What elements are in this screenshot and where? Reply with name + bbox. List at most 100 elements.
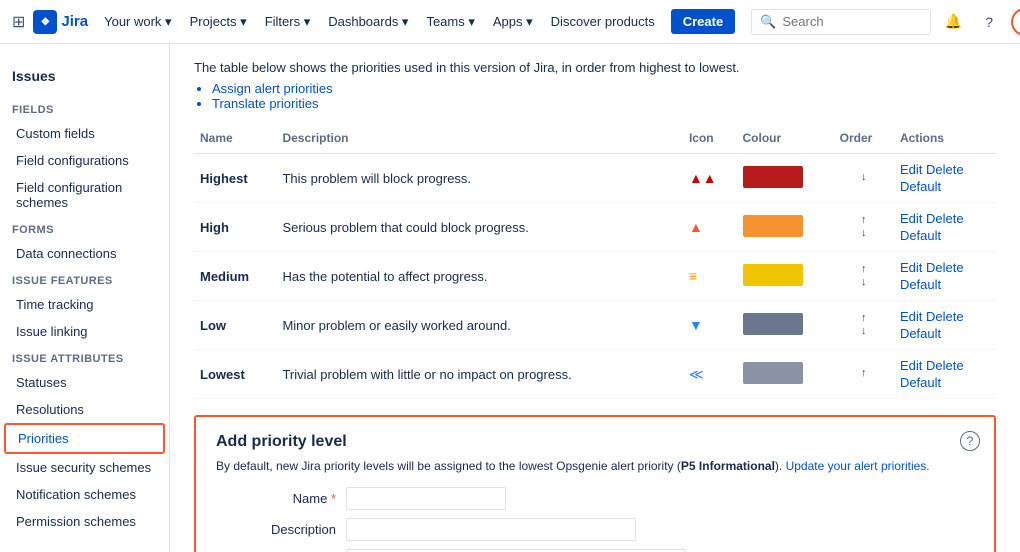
sidebar-section-issue-attributes: ISSUE ATTRIBUTES: [0, 345, 169, 369]
default-link[interactable]: Default: [900, 326, 941, 341]
page-layout: Issues FIELDS Custom fields Field config…: [0, 44, 1020, 552]
priority-actions: Edit Delete Default: [894, 203, 996, 252]
priority-icon: ≪: [683, 350, 737, 399]
menu-item-your-work[interactable]: Your work ▾: [96, 10, 179, 34]
sidebar-item-priorities[interactable]: Priorities: [4, 423, 165, 454]
edit-link[interactable]: Edit: [900, 260, 922, 275]
name-input[interactable]: [346, 487, 506, 510]
order-up-button[interactable]: ↑: [840, 367, 888, 380]
sidebar-item-time-tracking[interactable]: Time tracking: [4, 291, 165, 318]
priority-actions: Edit Delete Default: [894, 154, 996, 203]
col-header-order: Order: [834, 123, 894, 154]
menu-item-discover[interactable]: Discover products: [543, 10, 663, 33]
sidebar-item-field-configurations[interactable]: Field configurations: [4, 147, 165, 174]
menu-item-teams[interactable]: Teams ▾: [418, 10, 482, 34]
priority-description: Has the potential to affect progress.: [276, 252, 682, 301]
links-list: Assign alert priorities Translate priori…: [194, 81, 996, 111]
translate-priorities-link[interactable]: Translate priorities: [212, 96, 996, 111]
priority-colour: [737, 301, 834, 350]
sidebar-section-fields: FIELDS: [0, 96, 169, 120]
priority-order: ↑ ↓: [834, 252, 894, 301]
priority-description: Serious problem that could block progres…: [276, 203, 682, 252]
grid-icon[interactable]: ⊞: [12, 12, 25, 32]
priority-name: Highest: [194, 154, 276, 203]
search-icon: 🔍: [760, 14, 776, 30]
order-up-button[interactable]: ↑: [840, 312, 888, 325]
edit-link[interactable]: Edit: [900, 309, 922, 324]
table-row: Low Minor problem or easily worked aroun…: [194, 301, 996, 350]
default-link[interactable]: Default: [900, 228, 941, 243]
edit-link[interactable]: Edit: [900, 211, 922, 226]
menu-item-filters[interactable]: Filters ▾: [257, 10, 319, 34]
priority-order: ↑: [834, 350, 894, 399]
default-link[interactable]: Default: [900, 375, 941, 390]
priority-icon: ▼: [683, 301, 737, 350]
jira-logo[interactable]: ◆ Jira: [33, 10, 88, 34]
col-header-icon: Icon: [683, 123, 737, 154]
update-alert-priorities-link[interactable]: Update your alert priorities.: [786, 459, 930, 473]
default-link[interactable]: Default: [900, 277, 941, 292]
create-button[interactable]: Create: [671, 9, 735, 34]
edit-link[interactable]: Edit: [900, 358, 922, 373]
jira-logo-text: Jira: [61, 13, 88, 30]
delete-link[interactable]: Delete: [926, 309, 964, 324]
priorities-table: Name Description Icon Colour Order Actio…: [194, 123, 996, 399]
col-header-name: Name: [194, 123, 276, 154]
delete-link[interactable]: Delete: [926, 211, 964, 226]
note-bold: P5 Informational: [681, 459, 775, 473]
search-input[interactable]: [782, 14, 902, 29]
order-up-button[interactable]: ↑: [840, 263, 888, 276]
priority-colour: [737, 154, 834, 203]
description-input[interactable]: [346, 518, 636, 541]
order-up-button[interactable]: ↑: [840, 214, 888, 227]
priority-name: Medium: [194, 252, 276, 301]
label-name: Name *: [216, 487, 346, 506]
jira-logo-icon: ◆: [33, 10, 57, 34]
required-indicator: *: [327, 491, 336, 506]
main-content: The table below shows the priorities use…: [170, 44, 1020, 552]
top-menu: Your work ▾ Projects ▾ Filters ▾ Dashboa…: [96, 10, 663, 34]
sidebar-section-forms: FORMS: [0, 216, 169, 240]
menu-item-dashboards[interactable]: Dashboards ▾: [320, 10, 416, 34]
sidebar-item-custom-fields[interactable]: Custom fields: [4, 120, 165, 147]
delete-link[interactable]: Delete: [926, 358, 964, 373]
order-down-button[interactable]: ↓: [840, 276, 888, 289]
sidebar: Issues FIELDS Custom fields Field config…: [0, 44, 170, 552]
col-header-actions: Actions: [894, 123, 996, 154]
priority-icon: ≡: [683, 252, 737, 301]
search-box[interactable]: 🔍: [751, 9, 931, 35]
delete-link[interactable]: Delete: [926, 260, 964, 275]
assign-alert-priorities-link[interactable]: Assign alert priorities: [212, 81, 996, 96]
sidebar-item-notification-schemes[interactable]: Notification schemes: [4, 481, 165, 508]
priority-order: ↓: [834, 154, 894, 203]
order-down-button[interactable]: ↓: [840, 171, 888, 184]
add-form-note: By default, new Jira priority levels wil…: [216, 459, 974, 473]
menu-item-projects[interactable]: Projects ▾: [182, 10, 255, 34]
sidebar-item-issue-security-schemes[interactable]: Issue security schemes: [4, 454, 165, 481]
order-down-button[interactable]: ↓: [840, 325, 888, 338]
menu-item-apps[interactable]: Apps ▾: [485, 10, 541, 34]
order-down-button[interactable]: ↓: [840, 227, 888, 240]
priority-colour: [737, 203, 834, 252]
notifications-button[interactable]: 🔔: [939, 8, 967, 36]
priority-name: Lowest: [194, 350, 276, 399]
edit-link[interactable]: Edit: [900, 162, 922, 177]
form-row-name: Name *: [216, 487, 974, 510]
sidebar-item-field-config-schemes[interactable]: Field configuration schemes: [4, 174, 165, 216]
delete-link[interactable]: Delete: [926, 162, 964, 177]
default-link[interactable]: Default: [900, 179, 941, 194]
priority-description: Trivial problem with little or no impact…: [276, 350, 682, 399]
settings-button[interactable]: ⚙: [1011, 8, 1020, 36]
help-icon[interactable]: ?: [960, 431, 980, 451]
add-form-title: Add priority level: [216, 433, 974, 451]
sidebar-item-statuses[interactable]: Statuses: [4, 369, 165, 396]
priority-colour: [737, 252, 834, 301]
table-row: Lowest Trivial problem with little or no…: [194, 350, 996, 399]
label-description: Description: [216, 518, 346, 537]
sidebar-item-permission-schemes[interactable]: Permission schemes: [4, 508, 165, 535]
sidebar-item-data-connections[interactable]: Data connections: [4, 240, 165, 267]
help-button[interactable]: ?: [975, 8, 1003, 36]
sidebar-item-issue-linking[interactable]: Issue linking: [4, 318, 165, 345]
priority-description: This problem will block progress.: [276, 154, 682, 203]
sidebar-item-resolutions[interactable]: Resolutions: [4, 396, 165, 423]
